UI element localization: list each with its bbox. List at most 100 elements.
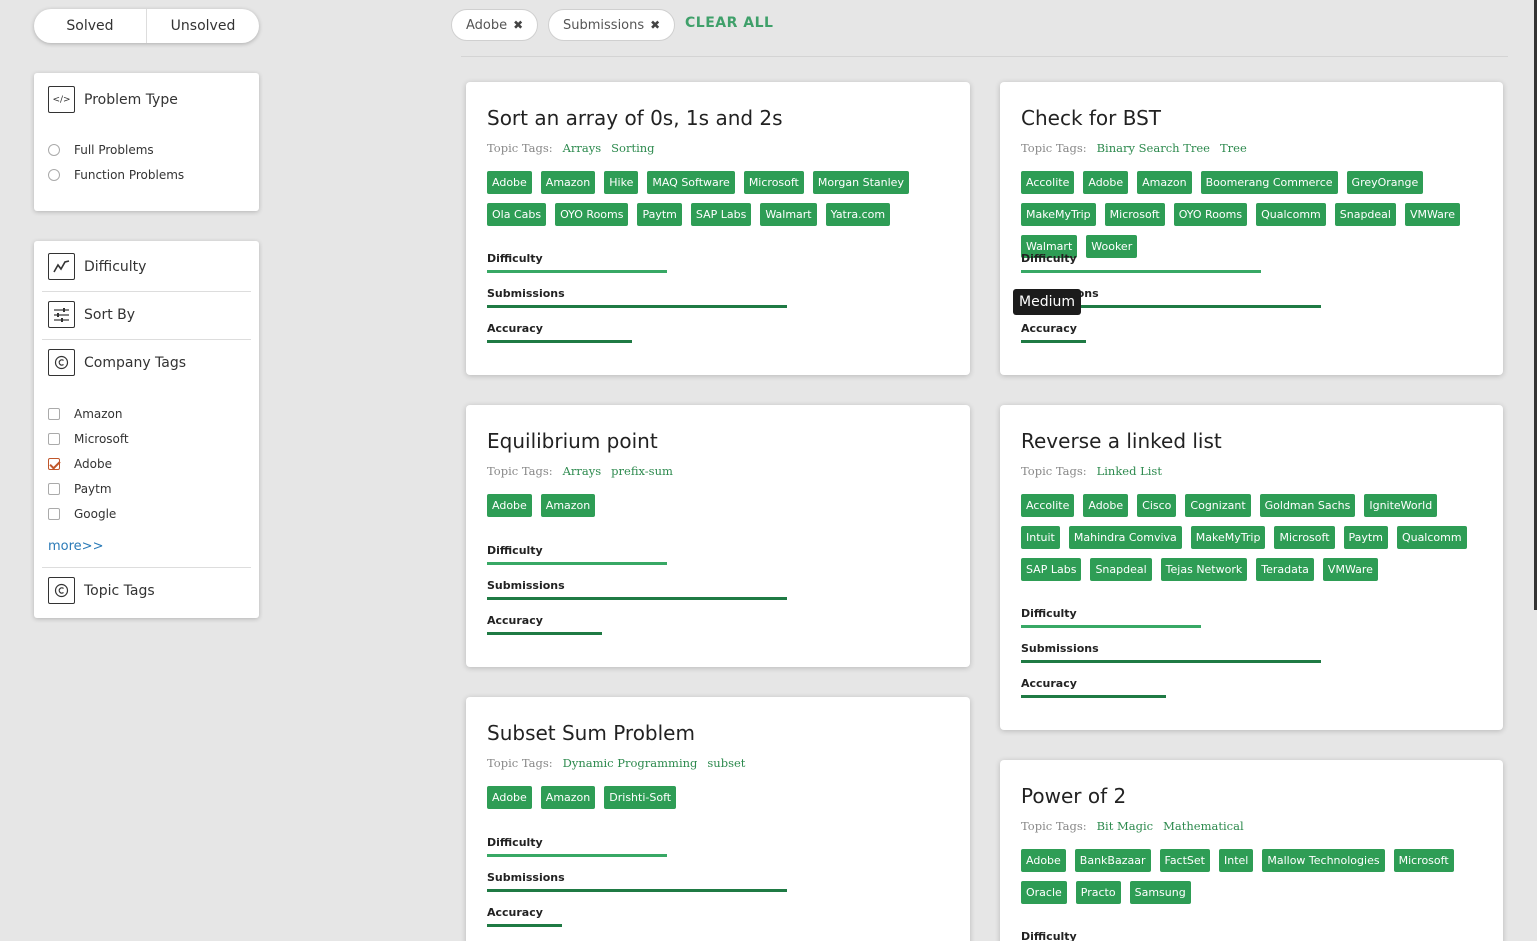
problem-title[interactable]: Sort an array of 0s, 1s and 2s: [487, 106, 783, 130]
company-tag[interactable]: Amazon: [1137, 171, 1192, 194]
company-tag[interactable]: Qualcomm: [1396, 526, 1467, 549]
company-tag[interactable]: Paytm: [1343, 526, 1388, 549]
company-tag[interactable]: Cisco: [1137, 494, 1177, 517]
company-tag[interactable]: VMWare: [1404, 203, 1460, 226]
company-tag[interactable]: OYO Rooms: [555, 203, 629, 226]
company-tag[interactable]: Microsoft: [1104, 203, 1165, 226]
company-tag[interactable]: Qualcomm: [1256, 203, 1326, 226]
company-tag[interactable]: Goldman Sachs: [1259, 494, 1356, 517]
company-tag[interactable]: Mahindra Comviva: [1068, 526, 1182, 549]
full-problems-radio[interactable]: [48, 144, 60, 156]
clear-all-button[interactable]: CLEAR ALL: [685, 15, 773, 31]
topic-tag-link[interactable]: subset: [707, 756, 745, 770]
topic-tag-link[interactable]: Dynamic Programming: [563, 756, 698, 770]
topic-tag-link[interactable]: Linked List: [1097, 464, 1162, 478]
problem-title[interactable]: Reverse a linked list: [1021, 429, 1222, 453]
company-tag[interactable]: Boomerang Commerce: [1200, 171, 1338, 194]
unsolved-button[interactable]: Unsolved: [146, 9, 259, 43]
problem-title[interactable]: Subset Sum Problem: [487, 721, 695, 745]
problem-title[interactable]: Check for BST: [1021, 106, 1161, 130]
company-tag[interactable]: Microsoft: [743, 171, 804, 194]
filter-chip-submissions[interactable]: Submissions ✖: [548, 9, 676, 41]
company-tag[interactable]: Accolite: [1021, 494, 1075, 517]
company-tag[interactable]: MakeMyTrip: [1190, 526, 1266, 549]
company-tag[interactable]: Snapdeal: [1090, 558, 1152, 581]
company-tag[interactable]: Drishti-Soft: [604, 786, 677, 809]
company-tag[interactable]: Tejas Network: [1160, 558, 1248, 581]
company-tag[interactable]: Snapdeal: [1334, 203, 1396, 226]
company-option-amazon[interactable]: Amazon: [48, 407, 123, 421]
company-tag[interactable]: VMWare: [1322, 558, 1378, 581]
topic-tag-link[interactable]: Bit Magic: [1097, 819, 1154, 833]
topic-tag-link[interactable]: Binary Search Tree: [1097, 141, 1210, 155]
problem-card[interactable]: Reverse a linked list Topic Tags: Linked L…: [1000, 405, 1503, 730]
company-tag[interactable]: Teradata: [1256, 558, 1314, 581]
topic-tag-link[interactable]: Arrays: [563, 141, 602, 155]
company-tag[interactable]: Paytm: [637, 203, 682, 226]
topic-tag-link[interactable]: Tree: [1220, 141, 1247, 155]
company-tag[interactable]: Ola Cabs: [487, 203, 547, 226]
company-tag[interactable]: Adobe: [487, 786, 532, 809]
problem-type-header[interactable]: </> Problem Type: [48, 86, 178, 113]
problem-card[interactable]: Check for BST Topic Tags: Binary Search Tr…: [1000, 82, 1503, 375]
function-problems-radio[interactable]: [48, 169, 60, 181]
company-tag[interactable]: Adobe: [487, 171, 532, 194]
company-tag[interactable]: SAP Labs: [690, 203, 752, 226]
company-tag[interactable]: Microsoft: [1274, 526, 1335, 549]
company-option-google[interactable]: Google: [48, 507, 116, 521]
company-tag[interactable]: Adobe: [1083, 171, 1129, 194]
problem-card[interactable]: Subset Sum Problem Topic Tags: Dynamic Pro…: [466, 697, 970, 941]
company-tag[interactable]: Hike: [604, 171, 639, 194]
company-tag[interactable]: MAQ Software: [647, 171, 735, 194]
company-tag[interactable]: Mallow Technologies: [1262, 849, 1385, 872]
company-tags-header[interactable]: Company Tags: [48, 349, 186, 376]
more-link[interactable]: more>>: [48, 539, 103, 554]
company-tag[interactable]: Accolite: [1021, 171, 1075, 194]
company-tag[interactable]: IgniteWorld: [1364, 494, 1438, 517]
company-tag[interactable]: MakeMyTrip: [1021, 203, 1096, 226]
paytm-checkbox[interactable]: [48, 483, 60, 495]
filter-chip-adobe[interactable]: Adobe ✖: [451, 9, 539, 41]
topic-tag-link[interactable]: prefix-sum: [611, 464, 673, 478]
problem-card[interactable]: Sort an array of 0s, 1s and 2s Topic Tags…: [466, 82, 970, 375]
remove-icon[interactable]: ✖: [513, 18, 523, 32]
company-tag[interactable]: Samsung: [1129, 881, 1191, 904]
problem-title[interactable]: Equilibrium point: [487, 429, 658, 453]
company-tag[interactable]: Oracle: [1021, 881, 1067, 904]
company-tag[interactable]: Wooker: [1086, 235, 1138, 258]
remove-icon[interactable]: ✖: [650, 18, 660, 32]
difficulty-header[interactable]: Difficulty: [48, 253, 146, 280]
adobe-checkbox[interactable]: [48, 458, 60, 470]
function-problems-option[interactable]: Function Problems: [48, 168, 184, 182]
company-tag[interactable]: OYO Rooms: [1173, 203, 1248, 226]
company-tag[interactable]: Intel: [1218, 849, 1254, 872]
solved-button[interactable]: Solved: [34, 9, 146, 43]
amazon-checkbox[interactable]: [48, 408, 60, 420]
full-problems-option[interactable]: Full Problems: [48, 143, 154, 157]
topic-tags-header[interactable]: Topic Tags: [48, 577, 155, 604]
company-tag[interactable]: Amazon: [540, 171, 596, 194]
company-option-adobe[interactable]: Adobe: [48, 457, 112, 471]
company-tag[interactable]: Adobe: [1083, 494, 1129, 517]
company-tag[interactable]: Adobe: [1021, 849, 1066, 872]
company-tag[interactable]: Yatra.com: [825, 203, 891, 226]
topic-tag-link[interactable]: Mathematical: [1163, 819, 1244, 833]
company-tag[interactable]: GreyOrange: [1346, 171, 1424, 194]
company-tag[interactable]: SAP Labs: [1021, 558, 1082, 581]
company-tag[interactable]: Adobe: [487, 494, 532, 517]
topic-tag-link[interactable]: Sorting: [611, 141, 654, 155]
company-tag[interactable]: Amazon: [540, 494, 596, 517]
problem-title[interactable]: Power of 2: [1021, 784, 1126, 808]
company-option-paytm[interactable]: Paytm: [48, 482, 112, 496]
company-tag[interactable]: Morgan Stanley: [812, 171, 909, 194]
company-option-microsoft[interactable]: Microsoft: [48, 432, 129, 446]
microsoft-checkbox[interactable]: [48, 433, 60, 445]
company-tag[interactable]: Walmart: [760, 203, 817, 226]
company-tag[interactable]: Microsoft: [1393, 849, 1454, 872]
company-tag[interactable]: Practo: [1075, 881, 1121, 904]
company-tag[interactable]: Cognizant: [1185, 494, 1251, 517]
topic-tag-link[interactable]: Arrays: [563, 464, 602, 478]
company-tag[interactable]: BankBazaar: [1074, 849, 1151, 872]
company-tag[interactable]: FactSet: [1159, 849, 1210, 872]
problem-card[interactable]: Equilibrium point Topic Tags: Arrays prefix…: [466, 405, 970, 667]
